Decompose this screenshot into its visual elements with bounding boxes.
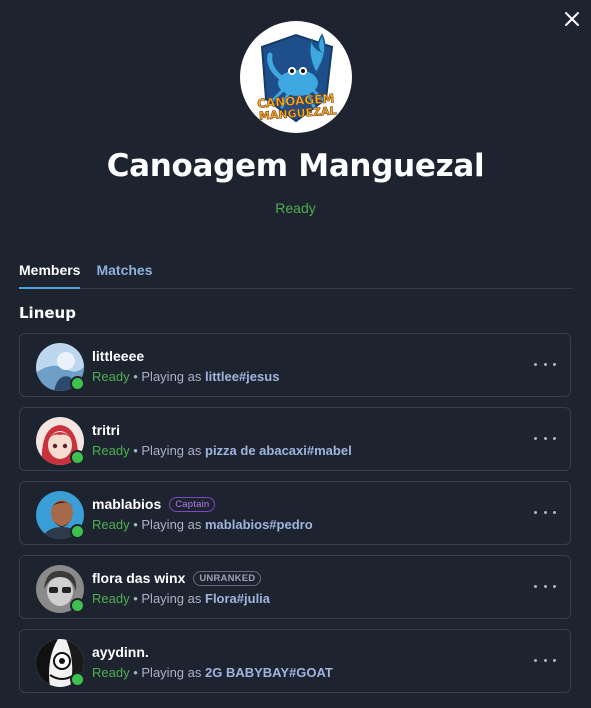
member-status: Ready — [92, 443, 130, 458]
gamer-tag: pizza de abacaxi#mabel — [205, 443, 352, 458]
close-button[interactable] — [561, 8, 583, 30]
member-status: Ready — [92, 665, 130, 680]
member-card[interactable]: tritri Ready • Playing as pizza de abaca… — [19, 407, 571, 471]
gamer-tag: mablabios#pedro — [205, 517, 313, 532]
gamer-tag: 2G BABYBAY#GOAT — [205, 665, 333, 680]
playing-as-label: Playing as — [141, 517, 202, 532]
member-card[interactable]: ayydinn. Ready • Playing as 2G BABYBAY#G… — [19, 629, 571, 693]
close-icon — [565, 12, 579, 26]
separator: • — [133, 369, 138, 384]
avatar — [36, 417, 85, 465]
online-indicator — [70, 524, 85, 539]
gamer-tag: littlee#jesus — [205, 369, 280, 384]
online-indicator — [70, 672, 85, 687]
member-status: Ready — [92, 591, 130, 606]
playing-as-label: Playing as — [141, 591, 202, 606]
avatar — [36, 491, 85, 539]
member-name: ayydinn. — [92, 644, 149, 660]
playing-as-label: Playing as — [141, 665, 202, 680]
captain-badge: Captain — [169, 496, 216, 512]
member-name: flora das winx — [92, 570, 186, 586]
more-options-icon[interactable] — [534, 576, 556, 596]
avatar — [36, 343, 85, 391]
playing-as-label: Playing as — [141, 369, 202, 384]
playing-as-label: Playing as — [141, 443, 202, 458]
tab-members[interactable]: Members — [19, 258, 81, 289]
member-status: Ready — [92, 517, 130, 532]
tab-matches[interactable]: Matches — [96, 258, 152, 288]
separator: • — [133, 517, 138, 532]
member-name: tritri — [92, 422, 120, 438]
separator: • — [133, 591, 138, 606]
online-indicator — [70, 450, 85, 465]
member-card[interactable]: mablabios Captain Ready • Playing as mab… — [19, 481, 571, 545]
more-options-icon[interactable] — [534, 650, 556, 670]
online-indicator — [70, 376, 85, 391]
member-name: littleeee — [92, 348, 145, 364]
more-options-icon[interactable] — [534, 354, 556, 374]
rank-badge: UNRANKED — [193, 570, 262, 586]
member-name: mablabios — [92, 496, 162, 512]
team-logo: CANOAGEM MANGUEZAL — [240, 21, 352, 133]
more-options-icon[interactable] — [534, 428, 556, 448]
gamer-tag: Flora#julia — [205, 591, 271, 606]
avatar — [36, 639, 85, 687]
tab-bar: Members Matches — [19, 258, 573, 289]
avatar — [36, 565, 85, 613]
member-card[interactable]: littleeee Ready • Playing as littlee#jes… — [19, 333, 571, 397]
team-status: Ready — [275, 200, 316, 216]
member-card[interactable]: flora das winx UNRANKED Ready • Playing … — [19, 555, 571, 619]
lineup-heading: Lineup — [19, 304, 76, 322]
more-options-icon[interactable] — [534, 502, 556, 522]
separator: • — [133, 665, 138, 680]
online-indicator — [70, 598, 85, 613]
member-status: Ready — [92, 369, 130, 384]
separator: • — [133, 443, 138, 458]
team-name: Canoagem Manguezal — [106, 148, 485, 184]
